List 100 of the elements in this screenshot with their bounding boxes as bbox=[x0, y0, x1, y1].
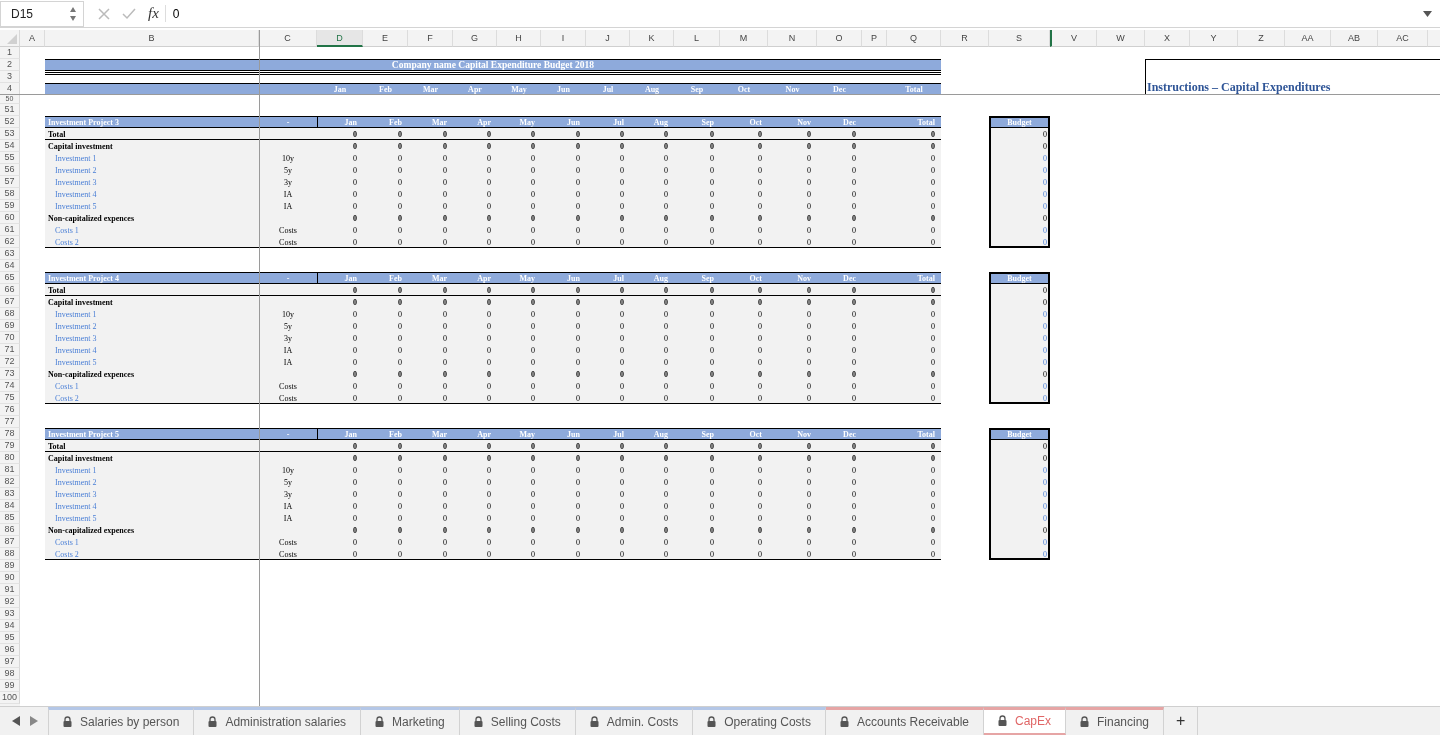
row-number[interactable]: 65 bbox=[0, 272, 20, 284]
sheet-tab[interactable]: Operating Costs bbox=[693, 707, 826, 735]
table-cell-text: 0 bbox=[757, 368, 763, 380]
row-number[interactable]: 59 bbox=[0, 200, 20, 212]
table-cell-text: 0 bbox=[397, 392, 403, 404]
row-number[interactable]: 52 bbox=[0, 116, 20, 128]
row-number[interactable]: 87 bbox=[0, 536, 20, 548]
column-header[interactable]: D bbox=[317, 30, 363, 47]
row-number[interactable]: 88 bbox=[0, 548, 20, 560]
month-label: Total bbox=[916, 116, 936, 128]
row-number[interactable]: 64 bbox=[0, 260, 20, 272]
row-number[interactable]: 4 bbox=[0, 83, 20, 95]
row-number[interactable]: 56 bbox=[0, 164, 20, 176]
table-cell-text: 0 bbox=[851, 176, 857, 188]
row-number[interactable]: 83 bbox=[0, 488, 20, 500]
table-cell-text: 0 bbox=[1042, 440, 1048, 452]
table-cell-text: Costs bbox=[278, 392, 298, 404]
row-number[interactable]: 96 bbox=[0, 644, 20, 656]
row-number[interactable]: 2 bbox=[0, 59, 20, 71]
table-cell-text: 0 bbox=[1042, 512, 1048, 524]
table-cell-text: 0 bbox=[930, 320, 936, 332]
table-cell-text: 5y bbox=[283, 320, 293, 332]
row-number[interactable]: 99 bbox=[0, 680, 20, 692]
table-cell-text: 0 bbox=[806, 308, 812, 320]
sheet-tab[interactable]: Admin. Costs bbox=[575, 707, 694, 735]
table-cell-text: 0 bbox=[757, 440, 763, 452]
row-number[interactable]: 76 bbox=[0, 404, 20, 416]
row-number[interactable]: 60 bbox=[0, 212, 20, 224]
sheet-tab[interactable]: Selling Costs bbox=[459, 707, 576, 735]
row-number[interactable]: 69 bbox=[0, 320, 20, 332]
table-cell-text: 0 bbox=[575, 524, 581, 536]
row-number[interactable]: 51 bbox=[0, 104, 20, 116]
row-number[interactable]: 77 bbox=[0, 416, 20, 428]
table-cell-text: IA bbox=[282, 200, 294, 212]
table-cell-text: 0 bbox=[930, 308, 936, 320]
month-label: Dec bbox=[842, 116, 857, 128]
function-label[interactable]: fx bbox=[148, 5, 166, 22]
row-label: Investment 2 bbox=[54, 320, 98, 332]
table-cell-text: 0 bbox=[397, 464, 403, 476]
table-cell-text: 0 bbox=[575, 128, 581, 140]
table-cell-text: 0 bbox=[397, 536, 403, 548]
name-box[interactable]: D15 bbox=[0, 0, 84, 27]
row-number[interactable]: 90 bbox=[0, 572, 20, 584]
table-cell-text: 0 bbox=[806, 200, 812, 212]
column-header[interactable]: V bbox=[1050, 30, 1097, 47]
row-number[interactable]: 55 bbox=[0, 152, 20, 164]
row-number[interactable]: 93 bbox=[0, 608, 20, 620]
row-number[interactable]: 61 bbox=[0, 224, 20, 236]
row-number[interactable]: 71 bbox=[0, 344, 20, 356]
row-number[interactable]: 97 bbox=[0, 656, 20, 668]
row-label: Investment 4 bbox=[54, 344, 98, 356]
row-number[interactable]: 57 bbox=[0, 176, 20, 188]
table-cell-text: 0 bbox=[575, 536, 581, 548]
row-number[interactable]: 72 bbox=[0, 356, 20, 368]
row-label: Investment 2 bbox=[54, 476, 98, 488]
row-number[interactable]: 84 bbox=[0, 500, 20, 512]
sheet-tab[interactable]: Marketing bbox=[361, 707, 460, 735]
row-number[interactable]: 85 bbox=[0, 512, 20, 524]
table-cell-text: 0 bbox=[442, 524, 448, 536]
row-number[interactable]: 79 bbox=[0, 440, 20, 452]
row-number[interactable]: 54 bbox=[0, 140, 20, 152]
formula-field[interactable]: 0 bbox=[165, 6, 1423, 21]
row-number[interactable]: 94 bbox=[0, 620, 20, 632]
row-number[interactable]: 91 bbox=[0, 584, 20, 596]
row-number[interactable]: 81 bbox=[0, 464, 20, 476]
row-number[interactable]: 82 bbox=[0, 476, 20, 488]
row-number[interactable]: 63 bbox=[0, 248, 20, 260]
sheet-tab[interactable]: Salaries by person bbox=[48, 707, 195, 735]
row-number[interactable]: 74 bbox=[0, 380, 20, 392]
row-number[interactable]: 66 bbox=[0, 284, 20, 296]
sheet-tab[interactable]: Administration salaries bbox=[194, 707, 362, 735]
month-label: Aug bbox=[652, 272, 669, 284]
table-cell-text: 0 bbox=[486, 284, 492, 296]
row-number[interactable]: 78 bbox=[0, 428, 20, 440]
sheet-tab[interactable]: Accounts Receivable bbox=[825, 707, 984, 735]
row-number[interactable]: 58 bbox=[0, 188, 20, 200]
table-cell-text: 0 bbox=[1042, 452, 1048, 464]
row-number[interactable]: 62 bbox=[0, 236, 20, 248]
row-number[interactable]: 86 bbox=[0, 524, 20, 536]
month-label: Jul bbox=[612, 428, 625, 440]
row-number[interactable]: 100 bbox=[0, 692, 20, 704]
row-number[interactable]: 89 bbox=[0, 560, 20, 572]
row-label: Investment 3 bbox=[54, 488, 98, 500]
row-number[interactable]: 68 bbox=[0, 308, 20, 320]
sheet-tab[interactable]: Financing bbox=[1066, 707, 1165, 735]
row-number[interactable]: 70 bbox=[0, 332, 20, 344]
table-cell-text: 0 bbox=[619, 500, 625, 512]
row-number[interactable]: 73 bbox=[0, 368, 20, 380]
month-label: Sep bbox=[700, 272, 715, 284]
row-number[interactable]: 80 bbox=[0, 452, 20, 464]
row-number[interactable]: 75 bbox=[0, 392, 20, 404]
row-number[interactable]: 95 bbox=[0, 632, 20, 644]
table-cell-text: 0 bbox=[709, 500, 715, 512]
row-number[interactable]: 92 bbox=[0, 596, 20, 608]
row-number[interactable]: 3 bbox=[0, 71, 20, 83]
row-number[interactable]: 53 bbox=[0, 128, 20, 140]
row-number[interactable]: 98 bbox=[0, 668, 20, 680]
row-number[interactable]: 67 bbox=[0, 296, 20, 308]
row-number[interactable]: 1 bbox=[0, 47, 20, 59]
table-cell-text: 0 bbox=[619, 344, 625, 356]
